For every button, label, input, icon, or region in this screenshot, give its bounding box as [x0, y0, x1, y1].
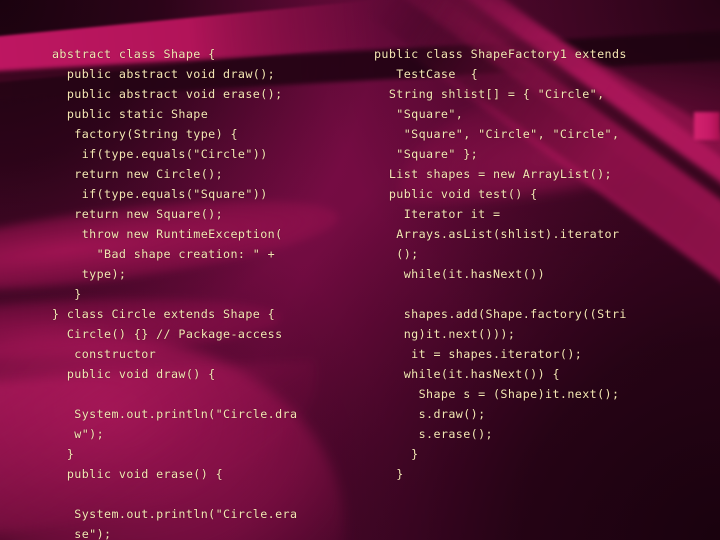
code-line: ng)it.next()));	[374, 327, 516, 341]
code-line: factory(String type) {	[52, 127, 238, 141]
code-line: type);	[52, 267, 127, 281]
code-line: }	[374, 467, 404, 481]
code-line: }	[374, 447, 419, 461]
code-line: Iterator it =	[374, 207, 501, 221]
code-line: constructor	[52, 347, 157, 361]
code-line: public abstract void erase();	[52, 87, 283, 101]
code-line: public void erase() {	[52, 467, 224, 481]
code-line: "Square",	[374, 107, 464, 121]
code-line: public void draw() {	[52, 367, 216, 381]
code-area: abstract class Shape { public abstract v…	[0, 0, 720, 540]
code-line: if(type.equals("Square"))	[52, 187, 268, 201]
code-line: s.erase();	[374, 427, 493, 441]
code-line: return new Square();	[52, 207, 224, 221]
code-line: ();	[374, 247, 419, 261]
code-line: } class Circle extends Shape {	[52, 307, 276, 321]
code-line: it = shapes.iterator();	[374, 347, 583, 361]
code-line: public void test() {	[374, 187, 538, 201]
code-line: public static Shape	[52, 107, 209, 121]
code-line: System.out.println("Circle.dra	[52, 407, 298, 421]
code-line: throw new RuntimeException(	[52, 227, 283, 241]
code-line: }	[52, 447, 75, 461]
code-line: Circle() {} // Package-access	[52, 327, 283, 341]
code-line: System.out.println("Circle.era	[52, 507, 298, 521]
code-block-right: public class ShapeFactory1 extends TestC…	[374, 44, 684, 540]
code-line: List shapes = new ArrayList();	[374, 167, 612, 181]
code-line: Arrays.asList(shlist).iterator	[374, 227, 620, 241]
code-line: Shape s = (Shape)it.next();	[374, 387, 620, 401]
code-line: if(type.equals("Circle"))	[52, 147, 268, 161]
code-line: s.draw();	[374, 407, 486, 421]
code-line: while(it.hasNext())	[374, 267, 546, 281]
code-line: se");	[52, 527, 112, 540]
code-line: abstract class Shape {	[52, 47, 216, 61]
code-line: String shlist[] = { "Circle",	[374, 87, 605, 101]
code-line: }	[52, 287, 82, 301]
code-block-left: abstract class Shape { public abstract v…	[52, 44, 370, 540]
code-line: public abstract void draw();	[52, 67, 276, 81]
code-line: "Bad shape creation: " +	[52, 247, 276, 261]
code-line: public class ShapeFactory1 extends	[374, 47, 627, 61]
code-line: return new Circle();	[52, 167, 224, 181]
code-line: while(it.hasNext()) {	[374, 367, 560, 381]
slide-canvas: abstract class Shape { public abstract v…	[0, 0, 720, 540]
code-line: w");	[52, 427, 105, 441]
code-line: shapes.add(Shape.factory((Stri	[374, 307, 627, 321]
code-line: "Square" };	[374, 147, 479, 161]
code-line: "Square", "Circle", "Circle",	[374, 127, 620, 141]
code-line: TestCase {	[374, 67, 479, 81]
